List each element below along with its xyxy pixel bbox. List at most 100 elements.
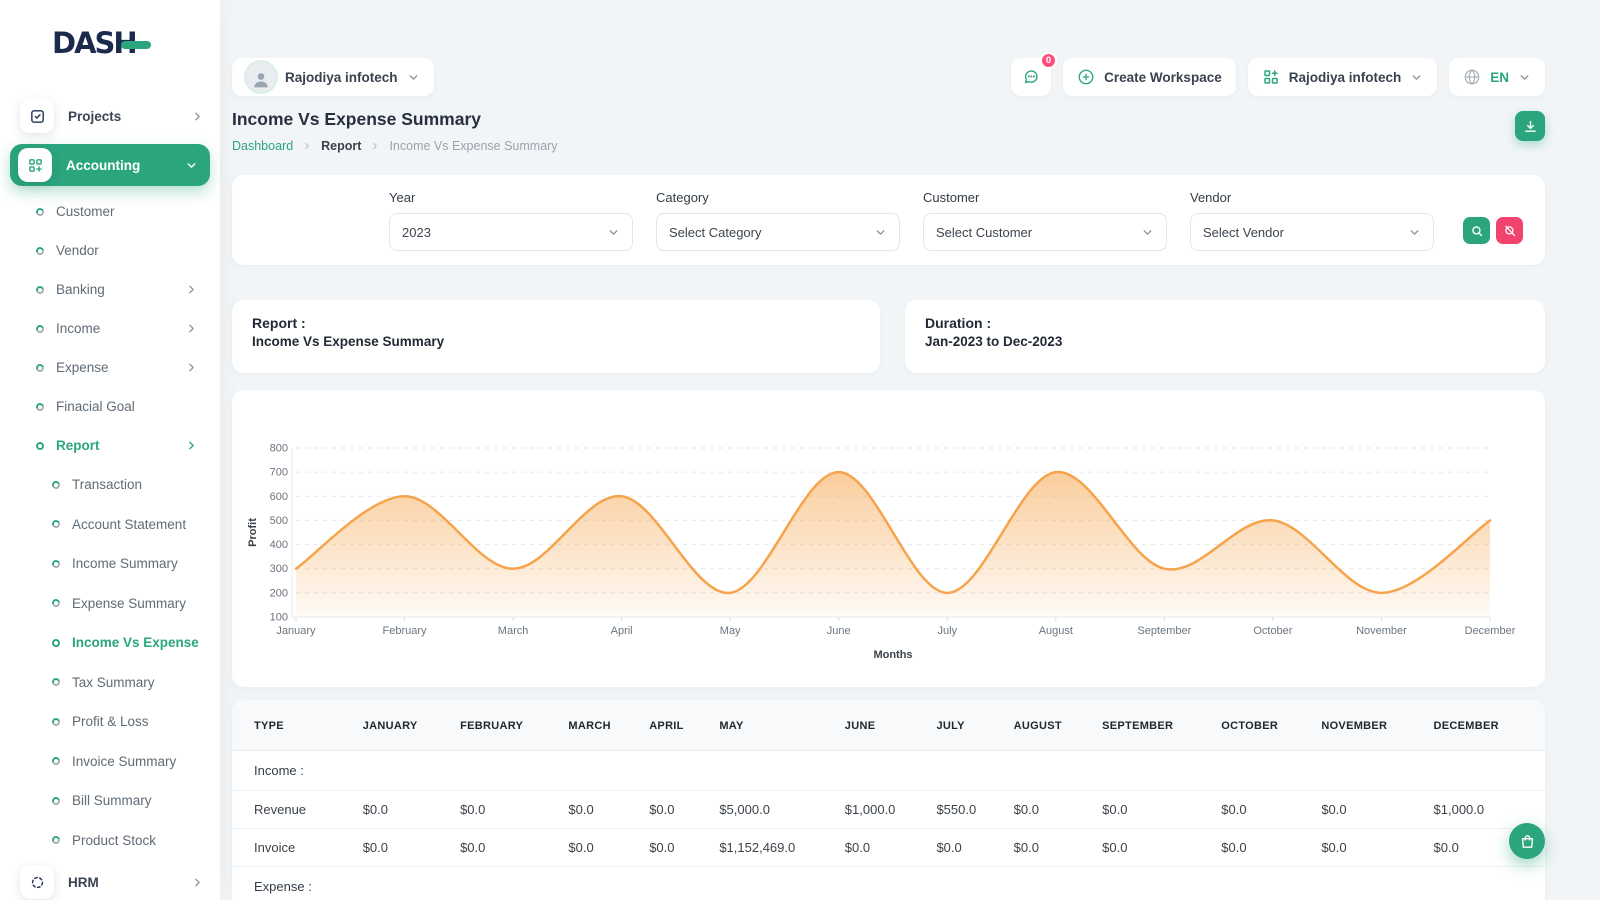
svg-text:200: 200	[270, 587, 288, 599]
svg-text:January: January	[276, 625, 316, 637]
bullet-icon	[35, 323, 46, 334]
breadcrumb-dashboard[interactable]: Dashboard	[232, 139, 293, 153]
sidebar-item-income-summary[interactable]: Income Summary	[0, 544, 220, 584]
table-cell	[649, 751, 719, 791]
messages-button[interactable]: 0	[1011, 58, 1051, 96]
table-cell	[568, 867, 649, 900]
breadcrumb-report[interactable]: Report	[321, 139, 361, 153]
table-cell	[1014, 751, 1103, 791]
svg-text:700: 700	[270, 467, 288, 479]
bullet-icon	[35, 206, 46, 217]
category-select[interactable]: Select Category	[656, 213, 900, 251]
sidebar-item-hrm[interactable]: HRM	[0, 860, 220, 900]
svg-text:800: 800	[270, 443, 288, 455]
table-cell	[363, 751, 460, 791]
report-card-value: Income Vs Expense Summary	[252, 334, 860, 349]
table-header-cell: DECEMBER	[1434, 700, 1545, 751]
logo-dash-accent	[121, 41, 151, 49]
search-icon	[1470, 224, 1484, 238]
sidebar-item-accounting[interactable]: Accounting	[10, 144, 210, 186]
create-workspace-button[interactable]: Create Workspace	[1063, 58, 1236, 96]
sidebar-item-account-statement[interactable]: Account Statement	[0, 505, 220, 545]
table-header-cell: MARCH	[568, 700, 649, 751]
table-cell: $0.0	[363, 829, 460, 867]
svg-text:October: October	[1253, 625, 1292, 637]
sidebar-item-label: Invoice Summary	[72, 754, 198, 769]
chevron-right-icon	[191, 110, 204, 123]
breadcrumb: Dashboard Report Income Vs Expense Summa…	[232, 139, 1545, 153]
table-cell	[1434, 867, 1545, 900]
sidebar-item-projects[interactable]: Projects	[0, 94, 220, 138]
income-vs-expense-chart[interactable]: 100200300400500600700800JanuaryFebruaryM…	[242, 400, 1535, 677]
messages-badge: 0	[1040, 52, 1057, 69]
table-cell: $0.0	[936, 829, 1013, 867]
table-cell: $1,000.0	[845, 791, 937, 829]
table-cell	[845, 867, 937, 900]
bullet-icon	[35, 401, 46, 412]
report-summary-card: Report : Income Vs Expense Summary	[232, 300, 880, 373]
chevron-right-icon	[191, 876, 204, 889]
sidebar-item-income[interactable]: Income	[0, 309, 220, 348]
sidebar-item-expense[interactable]: Expense	[0, 348, 220, 387]
breadcrumb-current: Income Vs Expense Summary	[389, 139, 557, 153]
summary-row: Report : Income Vs Expense Summary Durat…	[232, 300, 1545, 373]
summary-table-card: TYPEJANUARYFEBRUARYMARCHAPRILMAYJUNEJULY…	[232, 700, 1545, 900]
svg-text:300: 300	[270, 563, 288, 575]
duration-card-value: Jan-2023 to Dec-2023	[925, 334, 1525, 349]
sidebar-item-income-vs-expense[interactable]: Income Vs Expense	[0, 623, 220, 663]
workspace-selector[interactable]: Rajodiya infotech	[232, 58, 434, 96]
year-select[interactable]: 2023	[389, 213, 633, 251]
sidebar-item-label: HRM	[68, 875, 191, 890]
main-content: Rajodiya infotech 0 Create Workspace Raj…	[220, 0, 1600, 900]
workspace-grid-icon	[1262, 68, 1280, 86]
table-cell	[719, 751, 844, 791]
chevron-down-icon	[874, 226, 887, 239]
svg-text:September: September	[1137, 625, 1191, 637]
apply-filter-button[interactable]	[1463, 217, 1490, 244]
sidebar-item-tax-summary[interactable]: Tax Summary	[0, 663, 220, 703]
bullet-icon	[35, 245, 46, 256]
checkbox-icon	[20, 99, 54, 133]
category-label: Category	[656, 190, 900, 205]
vendor-select[interactable]: Select Vendor	[1190, 213, 1434, 251]
table-header-cell: JANUARY	[363, 700, 460, 751]
sidebar-item-profit-loss[interactable]: Profit & Loss	[0, 702, 220, 742]
bullet-icon	[35, 440, 46, 451]
download-button[interactable]	[1515, 111, 1545, 141]
sidebar-item-label: Tax Summary	[72, 675, 198, 690]
reset-filter-button[interactable]	[1496, 217, 1523, 244]
sidebar-item-bill-summary[interactable]: Bill Summary	[0, 781, 220, 821]
sidebar-item-banking[interactable]: Banking	[0, 270, 220, 309]
table-cell	[568, 751, 649, 791]
sidebar-item-expense-summary[interactable]: Expense Summary	[0, 584, 220, 624]
chevron-down-icon	[185, 159, 198, 172]
sidebar-item-label: Income	[56, 321, 185, 336]
customer-select[interactable]: Select Customer	[923, 213, 1167, 251]
sidebar-item-product-stock[interactable]: Product Stock	[0, 821, 220, 861]
sidebar-item-vendor[interactable]: Vendor	[0, 231, 220, 270]
table-header-cell: NOVEMBER	[1321, 700, 1433, 751]
language-selector[interactable]: EN	[1449, 58, 1545, 96]
chevron-down-icon	[1408, 226, 1421, 239]
row-label: Invoice	[232, 829, 363, 867]
svg-text:December: December	[1465, 625, 1516, 637]
download-icon	[1523, 119, 1538, 134]
sidebar-item-report[interactable]: Report	[0, 426, 220, 465]
purchase-fab-button[interactable]	[1509, 823, 1545, 859]
filter-panel: Year 2023 Category Select Category Custo…	[232, 175, 1545, 265]
svg-text:400: 400	[270, 539, 288, 551]
sidebar-item-invoice-summary[interactable]: Invoice Summary	[0, 742, 220, 782]
sidebar-item-label: Expense Summary	[72, 596, 198, 611]
sidebar-item-label: Transaction	[72, 477, 198, 492]
dash-logo[interactable]: DASH	[52, 26, 220, 60]
account-selector[interactable]: Rajodiya infotech	[1248, 58, 1438, 96]
globe-icon	[1463, 68, 1481, 86]
customer-label: Customer	[923, 190, 1167, 205]
sidebar-item-transaction[interactable]: Transaction	[0, 465, 220, 505]
table-cell	[845, 751, 937, 791]
sidebar-item-finacial-goal[interactable]: Finacial Goal	[0, 387, 220, 426]
sidebar-item-customer[interactable]: Customer	[0, 192, 220, 231]
chevron-right-icon	[185, 439, 198, 452]
hrm-icon	[20, 865, 54, 899]
table-cell: $0.0	[363, 791, 460, 829]
